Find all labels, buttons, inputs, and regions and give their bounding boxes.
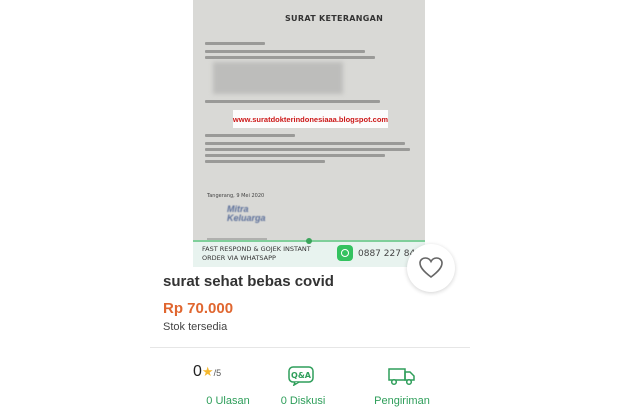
shipping-link[interactable]: Pengiriman [347,395,457,407]
doc-line [205,56,375,59]
carousel-dot [306,238,312,244]
banner-text: FAST RESPOND & GOJEK INSTANT ORDER VIA W… [202,245,311,263]
product-image[interactable]: SURAT KETERANGAN www.suratdokterindonesi… [193,0,425,267]
whatsapp-icon [337,245,353,261]
svg-text:Q&A: Q&A [291,371,312,380]
rating-max: /5 [213,368,222,378]
doc-line [205,154,385,157]
wishlist-button[interactable] [407,244,455,292]
product-title: surat sehat bebas covid [163,273,334,290]
blurred-patient-info [213,62,343,94]
doc-line [205,50,365,53]
doc-line [205,134,295,137]
document-date: Tangerang, 9 Mei 2020 [207,193,265,199]
product-price: Rp 70.000 [163,300,234,317]
doc-line [205,100,380,103]
rating-value: 0 [193,363,202,380]
rating-summary[interactable]: 0★/5 [193,363,221,381]
stock-status: Stok tersedia [163,321,228,333]
document-title: SURAT KETERANGAN [285,14,384,23]
divider [150,347,470,348]
promo-banner: FAST RESPOND & GOJEK INSTANT ORDER VIA W… [193,238,425,267]
banner-line-1: FAST RESPOND & GOJEK INSTANT [202,245,311,253]
doc-line [205,42,265,45]
doc-line [205,142,405,145]
qa-icon[interactable]: Q&A [288,366,314,386]
discussion-link[interactable]: 0 Diskusi [248,395,358,407]
star-icon: ★ [201,364,214,379]
stamp: Mitra Keluarga [227,204,266,223]
doc-line [205,160,325,163]
watermark-text: www.suratdokterindonesiaaa.blogspot.com [233,110,388,128]
heart-icon [419,257,443,279]
truck-icon[interactable] [388,366,416,386]
doc-line [205,148,410,151]
banner-line-2: ORDER VIA WHATSAPP [202,254,276,262]
